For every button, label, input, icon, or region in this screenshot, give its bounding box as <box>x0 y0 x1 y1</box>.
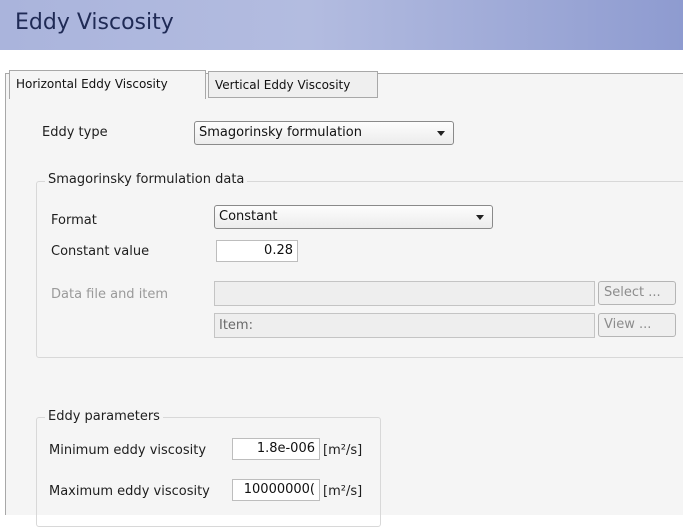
window-title: Eddy Viscosity <box>15 10 174 35</box>
item-input[interactable]: Item: <box>214 313 595 338</box>
data-file-input[interactable] <box>214 281 595 306</box>
eddy-type-dropdown[interactable]: Smagorinsky formulation <box>194 121 454 145</box>
format-label: Format <box>51 213 97 228</box>
eddy-parameters-group <box>36 417 381 527</box>
tab-horizontal-eddy-viscosity[interactable]: Horizontal Eddy Viscosity <box>9 70 206 99</box>
select-file-button[interactable]: Select ... <box>598 281 676 305</box>
format-value: Constant <box>219 209 278 224</box>
window-title-bar: Eddy Viscosity <box>0 0 683 50</box>
chevron-down-icon <box>437 131 445 136</box>
eddy-type-value: Smagorinsky formulation <box>199 125 362 140</box>
constant-value-label: Constant value <box>51 244 150 259</box>
eddy-parameters-group-title: Eddy parameters <box>45 409 163 424</box>
view-item-button[interactable]: View ... <box>598 313 676 337</box>
eddy-type-label: Eddy type <box>42 125 108 140</box>
data-file-label: Data file and item <box>51 287 169 302</box>
chevron-down-icon <box>476 215 484 220</box>
max-eddy-viscosity-input[interactable]: 10000000( <box>232 479 320 501</box>
max-eddy-viscosity-label: Maximum eddy viscosity <box>49 484 210 499</box>
min-eddy-viscosity-unit: [m²/s] <box>323 443 363 458</box>
constant-value-input[interactable]: 0.28 <box>216 240 298 262</box>
format-dropdown[interactable]: Constant <box>214 205 493 229</box>
tab-vertical-eddy-viscosity[interactable]: Vertical Eddy Viscosity <box>208 71 378 98</box>
max-eddy-viscosity-unit: [m²/s] <box>323 484 363 499</box>
min-eddy-viscosity-label: Minimum eddy viscosity <box>49 443 207 458</box>
min-eddy-viscosity-input[interactable]: 1.8e-006 <box>232 438 320 460</box>
smagorinsky-group-title: Smagorinsky formulation data <box>45 172 248 187</box>
